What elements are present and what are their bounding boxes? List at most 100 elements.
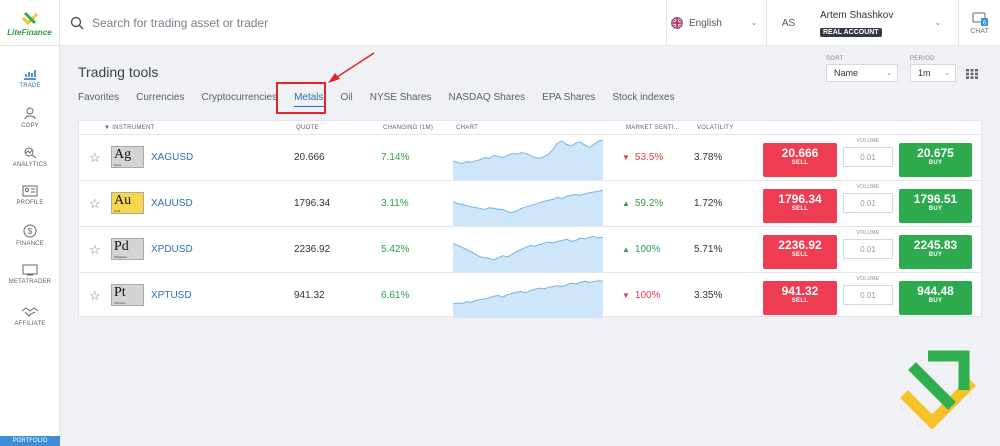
sidebar-item-copy[interactable]: COPY	[0, 107, 60, 129]
volume-label: VOLUME	[856, 138, 880, 144]
buy-price: 944.48	[917, 284, 954, 298]
sort-select[interactable]: Name ⌄	[826, 64, 898, 82]
category-tabs: Favorites Currencies Cryptocurrencies Me…	[78, 92, 692, 107]
instrument-symbol[interactable]: XPTUSD	[151, 290, 192, 301]
search-bar[interactable]: Search for trading asset or trader	[70, 0, 268, 46]
buy-price: 2245.83	[913, 238, 958, 252]
buy-label: BUY	[928, 206, 943, 212]
table-header: ▼ INSTRUMENT QUOTE CHANGING (1M) CHART M…	[79, 121, 981, 134]
sidebar-item-affiliate[interactable]: AFFILIATE	[0, 306, 60, 327]
search-input[interactable]: Search for trading asset or trader	[92, 16, 268, 30]
sidebar-item-analytics[interactable]: ANALYTICS	[0, 146, 60, 168]
sell-price: 941.32	[781, 284, 819, 298]
quote-value: 20.666	[294, 152, 325, 163]
volume-label: VOLUME	[856, 276, 880, 282]
tab-cryptocurrencies[interactable]: Cryptocurrencies	[201, 92, 277, 107]
sidebar-item-profile[interactable]: PROFILE	[0, 185, 60, 206]
change-value: 7.14%	[381, 152, 410, 163]
account-type-badge: REAL ACCOUNT	[820, 28, 882, 37]
tab-favorites[interactable]: Favorites	[78, 92, 119, 107]
tile-symbol: Pt	[114, 285, 126, 300]
tab-currencies[interactable]: Currencies	[136, 92, 184, 107]
tile-name: Platinum	[114, 301, 126, 305]
volume-label: VOLUME	[856, 184, 880, 190]
header-instrument[interactable]: ▼ INSTRUMENT	[104, 125, 155, 131]
buy-button[interactable]: 1796.51 BUY	[899, 189, 972, 223]
portfolio-tab[interactable]: PORTFOLIO	[0, 436, 60, 446]
table-row[interactable]: ☆ Pt Platinum XPTUSD 941.32 6.61% ▼ 100% 3.35% 94…	[79, 272, 981, 318]
brand-name: LiteFinance	[7, 27, 52, 37]
tab-stock-indexes[interactable]: Stock indexes	[612, 92, 674, 107]
sparkline-area	[453, 140, 603, 180]
triangle-up-icon: ▲	[622, 199, 630, 208]
sparkline-chart	[453, 189, 603, 226]
litefinance-logo-icon	[900, 350, 976, 430]
tab-oil[interactable]: Oil	[341, 92, 353, 107]
user-menu[interactable]: Artem Shashkov REAL ACCOUNT	[820, 10, 893, 39]
sell-button[interactable]: 20.666 SELL	[763, 143, 837, 177]
star-icon[interactable]: ☆	[89, 288, 101, 304]
sell-button[interactable]: 1796.34 SELL	[763, 189, 837, 223]
sell-price: 20.666	[781, 146, 819, 160]
sidebar-item-metatrader[interactable]: METATRADER	[0, 264, 60, 285]
profile-card-icon	[22, 185, 38, 197]
volume-input[interactable]: 0.01	[843, 193, 893, 213]
sentiment-value: 100%	[634, 244, 661, 255]
table-row[interactable]: ☆ Ag Silver XAGUSD 20.666 7.14% ▼ 53.5% 3.78% 20.…	[79, 134, 981, 180]
star-icon[interactable]: ☆	[89, 150, 101, 166]
triangle-down-icon: ▼	[622, 291, 630, 300]
buy-button[interactable]: 944.48 BUY	[899, 281, 972, 315]
sidebar-item-label: METATRADER	[8, 279, 52, 285]
header-volatility: VOLATILITY	[697, 125, 734, 131]
sidebar-item-finance[interactable]: $ FINANCE	[0, 224, 60, 247]
star-icon[interactable]: ☆	[89, 242, 101, 258]
chat-button[interactable]: 6 CHAT	[958, 0, 1000, 46]
instrument-symbol[interactable]: XPDUSD	[151, 244, 193, 255]
volume-input[interactable]: 0.01	[843, 147, 893, 167]
tab-nasdaq-shares[interactable]: NASDAQ Shares	[448, 92, 525, 107]
chevron-down-icon[interactable]: ⌄	[934, 17, 942, 28]
sentiment-value: 53.5%	[634, 152, 664, 163]
sparkline-chart	[453, 139, 603, 180]
sidebar-item-trade[interactable]: TRADE	[0, 68, 60, 89]
chevron-down-icon: ⌄	[944, 70, 950, 77]
volume-input[interactable]: 0.01	[843, 285, 893, 305]
quote-value: 941.32	[294, 290, 325, 301]
chat-icon: 6	[972, 12, 988, 26]
tab-nyse-shares[interactable]: NYSE Shares	[370, 92, 432, 107]
buy-label: BUY	[928, 160, 943, 166]
table-row[interactable]: ☆ Au Gold XAUUSD 1796.34 3.11% ▲ 59.2% 1.72% 1796…	[79, 180, 981, 226]
sell-price: 2236.92	[778, 238, 822, 252]
sort-label: SORT	[826, 56, 844, 62]
period-control: PERIOD 1m ⌄	[910, 56, 956, 82]
language-selector[interactable]: English ⌄	[666, 0, 766, 46]
user-avatar[interactable]: AS	[766, 0, 810, 46]
volume-label: VOLUME	[856, 230, 880, 236]
period-select[interactable]: 1m ⌄	[910, 64, 956, 82]
buy-label: BUY	[928, 252, 943, 258]
instrument-symbol[interactable]: XAUUSD	[151, 198, 193, 209]
volatility-value: 1.72%	[694, 198, 723, 209]
sell-button[interactable]: 941.32 SELL	[763, 281, 837, 315]
sell-button[interactable]: 2236.92 SELL	[763, 235, 837, 269]
sentiment: ▲ 100%	[622, 244, 661, 255]
volatility-value: 5.71%	[694, 244, 723, 255]
brand-logo[interactable]: LiteFinance	[0, 0, 60, 46]
table-row[interactable]: ☆ Pd Palladium XPDUSD 2236.92 5.42% ▲ 100% 5.71%…	[79, 226, 981, 272]
buy-button[interactable]: 2245.83 BUY	[899, 235, 972, 269]
grid-view-icon[interactable]	[966, 69, 978, 79]
buy-price: 1796.51	[913, 192, 958, 206]
sell-label: SELL	[791, 298, 809, 304]
header-chart: CHART	[456, 125, 479, 131]
tab-epa-shares[interactable]: EPA Shares	[542, 92, 595, 107]
instrument-symbol[interactable]: XAGUSD	[151, 152, 193, 163]
sidebar-item-label: FINANCE	[16, 241, 44, 247]
star-icon[interactable]: ☆	[89, 196, 101, 212]
sell-label: SELL	[791, 160, 809, 166]
chat-label: CHAT	[970, 27, 989, 35]
buy-button[interactable]: 20.675 BUY	[899, 143, 972, 177]
metal-tile-icon: Pt Platinum	[111, 284, 144, 306]
sell-price: 1796.34	[778, 192, 822, 206]
metal-tile-icon: Au Gold	[111, 192, 144, 214]
volume-input[interactable]: 0.01	[843, 239, 893, 259]
